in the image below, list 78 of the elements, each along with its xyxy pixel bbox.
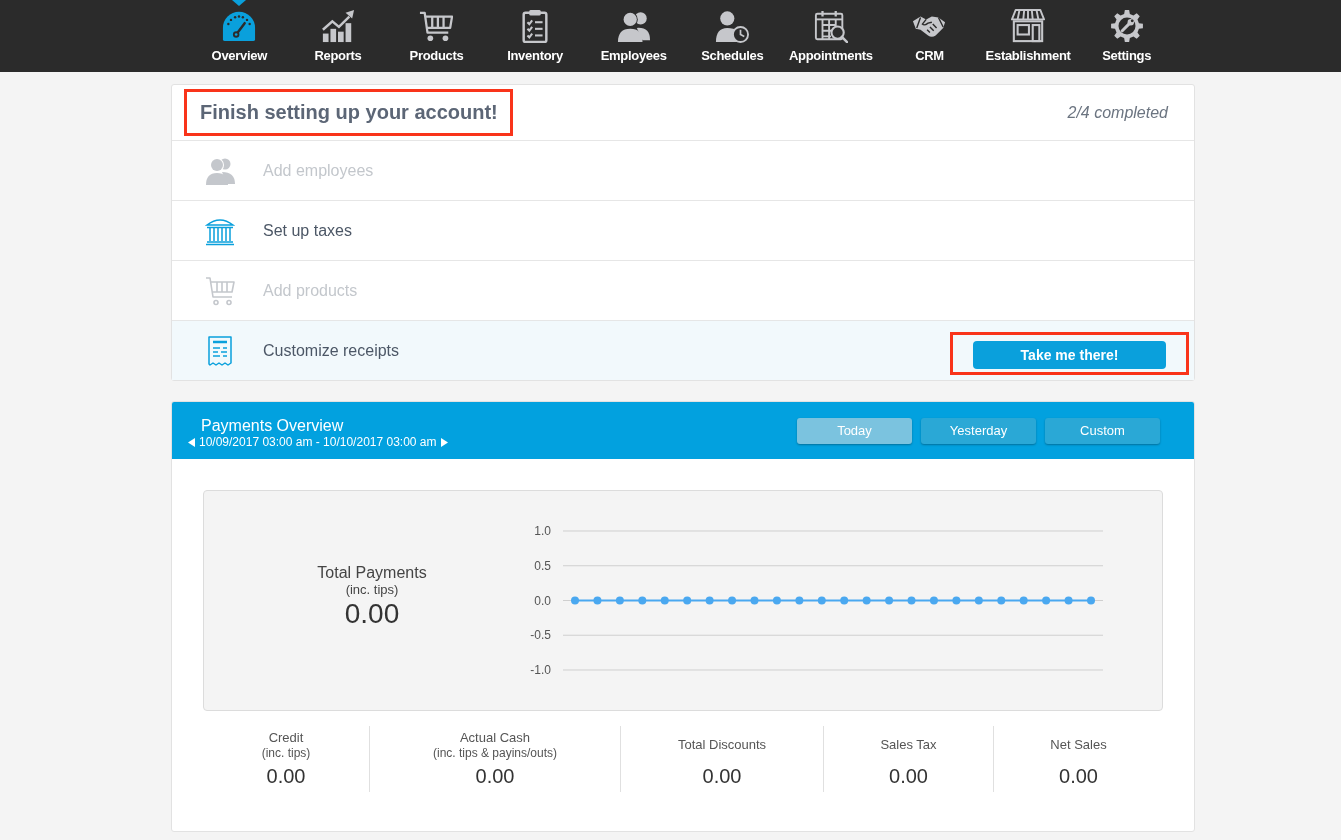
task-label: Set up taxes — [263, 221, 353, 240]
nav-tab[interactable]: Reports — [288, 0, 388, 72]
nav-tab[interactable]: Overview — [190, 0, 289, 72]
data-point — [929, 596, 938, 604]
gear-wrench-icon — [1109, 9, 1144, 43]
data-point — [997, 596, 1006, 604]
y-tick-label: 0.5 — [534, 558, 551, 573]
task-label: Add products — [263, 281, 359, 300]
data-point — [1064, 596, 1073, 604]
data-point — [885, 596, 894, 604]
nav-tab[interactable]: CRM — [880, 0, 979, 72]
date-range-text: 10/09/2017 03:00 am - 10/10/2017 03:00 am — [199, 434, 437, 450]
summary-label: Sales Tax — [880, 737, 937, 753]
data-point — [840, 596, 849, 604]
nav-tab[interactable]: Employees — [584, 0, 683, 72]
summary-label: Net Sales — [1050, 737, 1107, 753]
data-point — [1087, 596, 1095, 604]
people-icon — [205, 155, 235, 186]
data-point — [862, 596, 871, 604]
summary-label: Credit — [268, 729, 304, 746]
task-label: Customize receipts — [263, 341, 401, 360]
next-caret-icon[interactable] — [440, 437, 448, 447]
summary-value: 0.00 — [475, 764, 515, 788]
previous-caret-icon[interactable] — [188, 437, 195, 447]
nav-tab[interactable]: Products — [387, 0, 486, 72]
selection-pointer-icon — [232, 0, 247, 6]
cart-icon — [205, 275, 235, 306]
data-point — [795, 596, 804, 604]
gauge-icon — [222, 9, 257, 43]
data-point — [705, 596, 714, 604]
data-point — [907, 596, 916, 604]
y-tick-label: 1.0 — [534, 523, 551, 538]
data-point — [772, 596, 781, 604]
summary-value: 0.00 — [266, 764, 306, 788]
nav-tab[interactable]: Schedules — [683, 0, 782, 72]
data-point — [817, 596, 826, 604]
people-icon — [616, 9, 651, 43]
cart-icon — [419, 9, 454, 43]
data-point — [615, 596, 624, 604]
calendar-search-icon — [813, 9, 848, 43]
summary-label: Actual Cash — [459, 729, 531, 746]
person-clock-icon — [715, 9, 750, 43]
summary-value: 0.00 — [702, 764, 742, 788]
summary-value: 0.00 — [1059, 764, 1098, 788]
data-point — [952, 596, 961, 604]
receipt-icon — [205, 335, 235, 366]
nav-tab[interactable]: Settings — [1077, 0, 1176, 72]
summary-label: Total Discounts — [677, 737, 767, 753]
data-point — [1042, 596, 1051, 604]
total-label: Total Payments — [317, 562, 427, 582]
y-tick-label: -0.5 — [530, 627, 551, 642]
data-point — [974, 596, 983, 604]
data-point — [660, 596, 669, 604]
data-point — [638, 596, 647, 604]
nav-tab[interactable]: Appointments — [781, 0, 881, 72]
total-sublabel: (inc. tips) — [345, 581, 399, 597]
storefront-icon — [1011, 9, 1046, 43]
task-label: Add employees — [263, 161, 375, 180]
task-row[interactable]: Customize receipts Take me there! — [172, 321, 1194, 380]
data-point — [683, 596, 692, 604]
data-point — [1019, 596, 1028, 604]
summary-sublabel: (inc. tips & payins/outs) — [432, 745, 558, 761]
progress-text: 2/4 completed — [1067, 103, 1168, 122]
data-point — [593, 596, 602, 604]
nav-tab[interactable]: Inventory — [485, 0, 585, 72]
nav-tab[interactable]: Establishment — [978, 0, 1078, 72]
payments-title: Payments Overview — [200, 415, 345, 435]
y-tick-label: 0.0 — [534, 593, 551, 607]
growth-chart-icon — [320, 9, 355, 43]
data-point — [571, 596, 579, 604]
y-tick-label: -1.0 — [530, 662, 551, 677]
summary-sublabel: (inc. tips) — [261, 745, 311, 761]
setup-title: Finish setting up your account! — [200, 100, 498, 125]
data-point — [728, 596, 737, 604]
summary-value: 0.00 — [889, 764, 928, 788]
total-value: 0.00 — [344, 597, 400, 631]
task-row[interactable]: Set up taxes — [172, 201, 1194, 261]
data-point — [750, 596, 759, 604]
